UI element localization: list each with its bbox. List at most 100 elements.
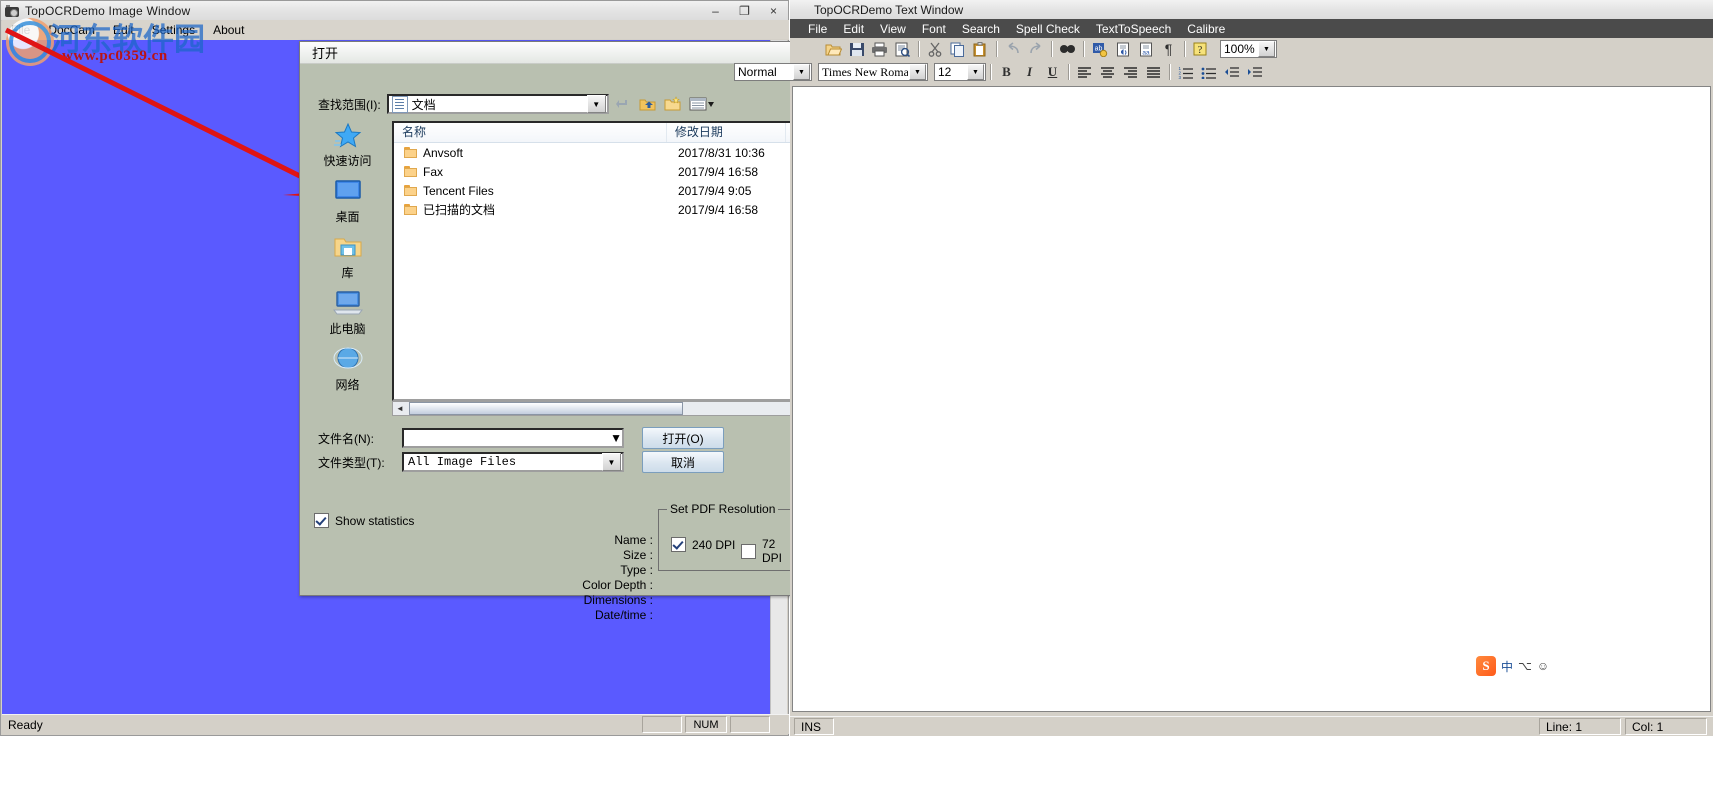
ime-language-indicator[interactable]: 中 [1501,658,1513,675]
place-this-pc[interactable]: 此电脑 [307,289,388,345]
statistics-key: Name : [614,533,653,547]
place-quick-access[interactable]: 快速访问 [307,121,388,177]
checkbox-box[interactable] [671,537,686,552]
open-button[interactable]: 打开(O) [642,427,724,449]
look-in-label: 查找范围(I): [318,97,381,112]
find-icon[interactable] [1057,39,1078,59]
chevron-down-icon[interactable]: ▼ [793,64,810,80]
menu-item-spell-check[interactable]: Spell Check [1008,21,1088,37]
underline-button[interactable]: U [1042,62,1063,82]
chevron-down-icon[interactable]: ▼ [967,64,984,80]
scroll-left-icon[interactable]: ◄ [393,402,407,415]
read-aloud-icon[interactable] [1112,39,1133,59]
chevron-down-icon[interactable]: ▼ [586,95,606,113]
statistics-row: Type : [314,563,654,578]
open-icon[interactable] [823,39,844,59]
menu-item-file[interactable]: File [800,21,835,37]
redo-icon[interactable] [1025,39,1046,59]
menu-item-search[interactable]: Search [954,21,1008,37]
cut-icon[interactable] [924,39,945,59]
checkbox-box[interactable] [741,543,756,559]
place-desktop[interactable]: 桌面 [307,177,388,233]
decrease-indent-icon[interactable] [1221,62,1242,82]
sogou-logo-icon[interactable]: S [1476,656,1496,676]
increase-indent-icon[interactable] [1244,62,1265,82]
file-type-label: 文件类型(T): [318,455,385,470]
new-folder-icon[interactable] [663,94,684,114]
file-row[interactable]: Tencent Files 2017/9/4 9:05 [394,181,796,200]
file-name-input[interactable]: ▼ [402,428,624,448]
paragraph-marks-icon[interactable]: ¶ [1158,39,1179,59]
status-insert-mode: INS [794,718,834,735]
copy-icon[interactable] [947,39,968,59]
file-type-combobox[interactable]: All Image Files ▼ [402,452,624,472]
image-window-title: TopOCRDemo Image Window [25,3,191,18]
menu-item-text-to-speech[interactable]: TextToSpeech [1088,21,1179,37]
ime-tools-icon[interactable]: ⌥ [1518,659,1532,673]
back-icon[interactable] [613,94,634,114]
spell-check-icon[interactable]: ab [1089,39,1110,59]
print-preview-icon[interactable] [892,39,913,59]
toolbar-separator [996,41,997,57]
help-icon[interactable]: ? [1190,39,1211,59]
chevron-down-icon[interactable]: ▼ [610,431,622,445]
align-right-icon[interactable] [1120,62,1141,82]
file-row[interactable]: Anvsoft 2017/8/31 10:36 [394,143,796,162]
statistics-key: Color Depth : [582,578,653,592]
ime-emoji-icon[interactable]: ☺ [1537,659,1549,673]
ime-toolbar[interactable]: S 中 ⌥ ☺ [1476,654,1576,678]
svg-text:?: ? [1198,45,1203,56]
chevron-down-icon[interactable]: ▼ [602,453,621,471]
align-center-icon[interactable] [1097,62,1118,82]
scrollbar-thumb[interactable] [409,402,683,415]
read-selection-icon[interactable]: aa [1135,39,1156,59]
menu-item-edit[interactable]: Edit [835,21,872,37]
look-in-row: 查找范围(I): 文档 ▼ [318,93,798,115]
minimize-button[interactable]: – [701,2,730,20]
italic-button[interactable]: I [1019,62,1040,82]
font-combobox[interactable]: Times New Roman ▼ [818,63,928,81]
place-network[interactable]: 网络 [307,345,388,401]
statistics-key: Type : [620,563,653,577]
numbered-list-icon[interactable]: 123 [1175,62,1196,82]
font-size-combobox[interactable]: 12 ▼ [934,63,986,81]
column-header-name[interactable]: 名称 [394,123,667,142]
file-row[interactable]: Fax 2017/9/4 16:58 [394,162,796,181]
style-combobox[interactable]: Normal ▼ [734,63,812,81]
statistics-key: Size : [622,548,653,562]
show-statistics-checkbox[interactable]: Show statistics [314,513,414,528]
file-name: Anvsoft [423,145,464,160]
save-icon[interactable] [846,39,867,59]
font-value: Times New Roman [822,64,908,79]
pdf-240dpi-checkbox[interactable]: 240 DPI [671,537,735,552]
place-library[interactable]: 库 [307,233,388,289]
chevron-down-icon[interactable]: ▼ [909,64,926,80]
look-in-combobox[interactable]: 文档 ▼ [386,94,609,114]
up-one-level-icon[interactable] [638,94,659,114]
paste-icon[interactable] [970,39,991,59]
menu-item-view[interactable]: View [872,21,914,37]
chevron-down-icon[interactable]: ▼ [1258,41,1275,57]
desktop-icon [332,177,364,207]
maximize-button[interactable]: ❐ [730,2,759,20]
views-icon[interactable] [688,94,716,114]
menu-item-calibre[interactable]: Calibre [1179,21,1233,37]
print-icon[interactable] [869,39,890,59]
undo-icon[interactable] [1002,39,1023,59]
file-list-horizontal-scrollbar[interactable]: ◄ [392,401,798,416]
close-button[interactable]: × [759,2,788,20]
menu-item-font[interactable]: Font [914,21,954,37]
bulleted-list-icon[interactable] [1198,62,1219,82]
zoom-combobox[interactable]: 100% ▼ [1220,40,1277,58]
cancel-button[interactable]: 取消 [642,451,724,473]
file-list[interactable]: 名称 修改日期 Anvsoft 2017/8/31 10:36 Fax 2017… [392,121,798,401]
column-header-date[interactable]: 修改日期 [667,123,787,142]
bold-button[interactable]: B [996,62,1017,82]
align-left-icon[interactable] [1074,62,1095,82]
pdf-72dpi-checkbox[interactable]: 72 DPI [741,537,794,565]
status-ready-text: Ready [8,717,43,732]
checkbox-box[interactable] [314,513,329,528]
file-row[interactable]: 已扫描的文档 2017/9/4 16:58 [394,200,796,219]
text-editor-area[interactable] [792,86,1711,712]
align-justify-icon[interactable] [1143,62,1164,82]
